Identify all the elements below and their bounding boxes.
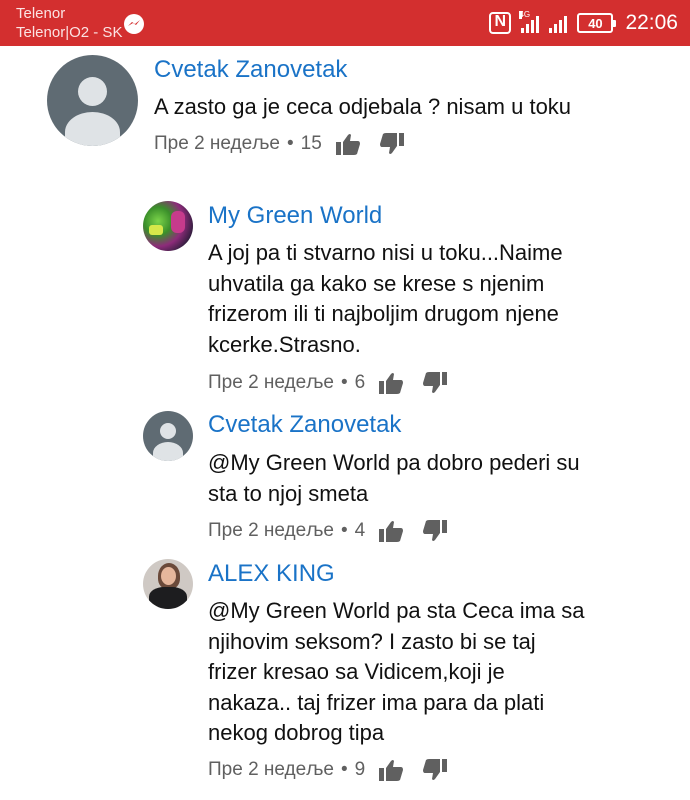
comment-line: kcerke.Strasno. (208, 331, 361, 357)
comment-meta: Пре 2 недеље • 9 (208, 759, 467, 781)
comment-author[interactable]: My Green World (208, 202, 382, 230)
comment-time: Пре 2 недеље (208, 759, 334, 780)
comment-line: A zasto ga je ceca odjebala ? nisam u to… (154, 94, 572, 119)
like-count: 4 (354, 520, 366, 541)
thumbs-up-icon[interactable] (379, 759, 404, 781)
thumbs-down-icon[interactable] (379, 133, 404, 155)
comment-line: sta to njoj smeta (208, 480, 369, 506)
comment-author[interactable]: ALEX KING (208, 560, 335, 588)
comment-meta: Пре 2 недеље • 15 (154, 133, 424, 155)
comment-time: Пре 2 недеље (208, 520, 334, 541)
comment-meta: Пре 2 недеље • 4 (208, 520, 467, 542)
comment-text: A zasto ga je ceca odjebala ? nisam u to… (154, 92, 571, 123)
comment-line: njihovim seksom? I zasto bi se taj (208, 628, 536, 654)
thumbs-down-icon[interactable] (423, 372, 448, 394)
nfc-icon (489, 12, 512, 34)
carrier-info: Telenor Telenor|O2 - SK (16, 4, 122, 42)
thumbs-up-icon[interactable] (379, 520, 404, 542)
battery-icon: 40 (577, 13, 617, 33)
cell-signal-icon: 4G (519, 10, 540, 33)
comment-line: frizer kresao sa Vidicem,koji je (208, 659, 505, 684)
comment-line: uhvatila ga kako se krese s njenim (208, 270, 545, 296)
status-icons: 4G 40 22:06 (489, 0, 678, 46)
network-label: 4G (519, 10, 531, 19)
like-count: 9 (354, 759, 366, 780)
comment-time: Пре 2 недеље (154, 133, 280, 154)
comment-line: @My Green World pa dobro pederi su (208, 450, 580, 475)
comment-author[interactable]: Cvetak Zanovetak (154, 56, 347, 84)
avatar[interactable] (143, 411, 193, 461)
comment-text: @My Green World pa dobro pederi su sta t… (208, 448, 580, 509)
like-count: 6 (354, 372, 366, 393)
thumbs-down-icon[interactable] (423, 759, 448, 781)
thumbs-up-icon[interactable] (379, 372, 404, 394)
comment-line: A joj pa ti stvarno nisi u toku...Naime (208, 240, 563, 265)
comment-author[interactable]: Cvetak Zanovetak (208, 411, 401, 439)
comment-line: nekog dobrog tipa (208, 720, 385, 745)
cell-signal-icon-2 (549, 13, 568, 33)
comment-text: @My Green World pa sta Ceca ima sa njiho… (208, 596, 585, 749)
carrier-line-2: Telenor|O2 - SK (16, 24, 123, 41)
comment-line: nakaza.. taj frizer ima para da plati (208, 689, 545, 715)
comment-text: A joj pa ti stvarno nisi u toku...Naime … (208, 238, 563, 360)
avatar[interactable] (47, 55, 138, 146)
messenger-icon (124, 14, 144, 34)
comment-meta: Пре 2 недеље • 6 (208, 372, 467, 394)
thumbs-down-icon[interactable] (423, 520, 448, 542)
carrier-line-1: Telenor (16, 5, 66, 22)
battery-level: 40 (588, 15, 603, 31)
thumbs-up-icon[interactable] (335, 133, 360, 155)
comment-line: frizerom ili ti najboljim drugom njene (208, 301, 559, 326)
clock: 22:06 (625, 11, 678, 34)
comment-time: Пре 2 недеље (208, 372, 334, 393)
like-count: 15 (300, 133, 322, 154)
avatar[interactable] (143, 201, 193, 251)
avatar[interactable] (143, 559, 193, 609)
status-bar: Telenor Telenor|O2 - SK 4G 40 22:06 (0, 0, 690, 46)
comment-line: @My Green World pa sta Ceca ima sa (208, 598, 585, 623)
